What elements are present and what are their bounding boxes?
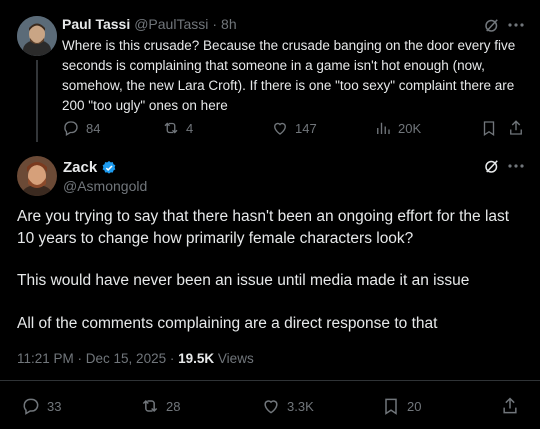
thread-line [36, 60, 38, 142]
like-count: 3.3K [287, 398, 314, 414]
more-options-icon[interactable] [508, 163, 524, 169]
views-label: Views [217, 351, 254, 366]
main-reply-button[interactable]: 33 [21, 396, 61, 416]
main-repost-button[interactable]: 28 [140, 396, 180, 416]
reply-bookmark-button[interactable] [480, 119, 498, 137]
main-tweet-paragraph-2: This would have never been an issue unti… [17, 272, 470, 289]
tweet-meta: 11:21 PM · Dec 15, 2025 · 19.5K Views [17, 351, 254, 366]
avatar-image [17, 16, 57, 56]
verified-badge-icon [102, 160, 116, 174]
bookmark-icon [483, 121, 495, 137]
main-author-name-row: Zack [63, 159, 117, 176]
reply-header: Paul Tassi @PaulTassi · 8h [62, 16, 237, 32]
reply-author-handle[interactable]: @PaulTassi [134, 16, 208, 32]
share-icon [510, 120, 522, 135]
reply-time[interactable]: 8h [221, 16, 237, 32]
main-author-handle[interactable]: @Asmongold [63, 178, 147, 194]
main-author-name[interactable]: Zack [63, 159, 97, 176]
reply-count: 84 [86, 120, 101, 136]
heart-icon [264, 400, 278, 414]
main-tweet-paragraph-1: Are you trying to say that there hasn't … [17, 208, 510, 247]
reply-share-button[interactable] [507, 119, 525, 137]
grok-icon[interactable] [483, 16, 501, 34]
repost-count: 4 [186, 120, 194, 136]
reply-text: Where is this crusade? Because the crusa… [62, 38, 516, 113]
main-author-avatar[interactable] [17, 156, 57, 196]
more-options-icon[interactable] [508, 22, 524, 28]
views-count: 19.5K [178, 351, 215, 366]
avatar-image [17, 156, 57, 196]
reply-reply-button[interactable]: 84 [62, 119, 100, 137]
reply-views-button[interactable]: 20K [374, 119, 421, 137]
timestamp[interactable]: 11:21 PM · Dec 15, 2025 [17, 351, 166, 366]
repost-icon [164, 122, 178, 134]
repost-count: 28 [166, 398, 181, 414]
header-separator: · [212, 16, 218, 32]
main-bookmark-button[interactable]: 20 [381, 396, 421, 416]
main-like-button[interactable]: 3.3K [261, 396, 314, 416]
reply-count: 33 [47, 398, 62, 414]
reply-author-avatar[interactable] [17, 16, 57, 56]
reply-like-button[interactable]: 147 [271, 119, 317, 137]
main-tweet-paragraph-3: All of the comments complaining are a di… [17, 315, 438, 332]
views-icon [377, 122, 390, 134]
views-count: 20K [398, 120, 422, 136]
reply-author-name[interactable]: Paul Tassi [62, 16, 130, 32]
reply-icon [64, 121, 78, 136]
grok-icon[interactable] [483, 157, 501, 175]
reply-icon [23, 398, 39, 415]
reply-repost-button[interactable]: 4 [162, 119, 193, 137]
bookmark-count: 20 [407, 398, 422, 414]
repost-icon [142, 399, 158, 413]
divider [0, 380, 540, 381]
meta-separator: · [169, 351, 175, 366]
like-count: 147 [295, 120, 317, 136]
heart-icon [274, 122, 286, 135]
main-share-button[interactable] [500, 396, 520, 416]
bookmark-icon [385, 398, 397, 415]
share-icon [503, 397, 517, 414]
